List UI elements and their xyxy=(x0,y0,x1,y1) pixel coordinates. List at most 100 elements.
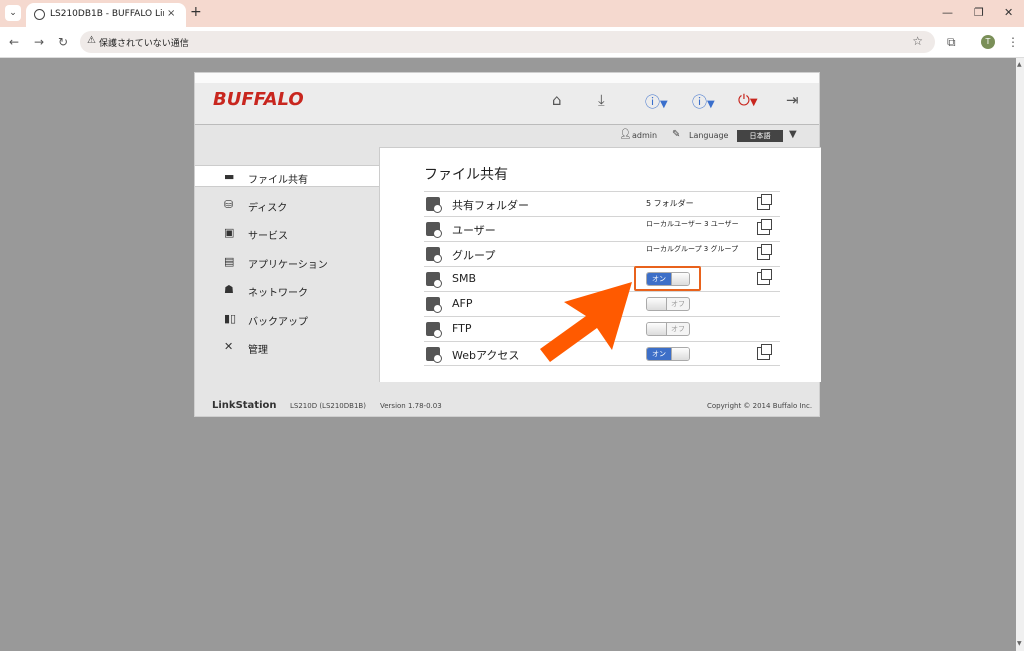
home-icon[interactable]: ⌂ xyxy=(552,91,562,109)
user-bar: 👤︎ admin ✎ Language 日本語 ▼ xyxy=(195,126,819,146)
open-settings-icon[interactable] xyxy=(757,219,772,235)
browser-tab-strip: ⌄ LS210DB1B - BUFFALO LinkStati × + — ❐ … xyxy=(0,0,1024,27)
tab-search-chevron-icon[interactable]: ⌄ xyxy=(5,5,21,21)
forward-icon[interactable]: → xyxy=(34,35,44,49)
row-groups[interactable]: グループ ローカルグループ 3 グループ xyxy=(424,241,780,266)
row-label: グループ xyxy=(452,249,496,262)
nas-settings-panel: BUFFALO ⌂ ⤓ ⓘ▼ ⓘ▼ ⏻▼ ⇥ 👤︎ admin ✎ Langua… xyxy=(194,72,821,418)
open-settings-icon[interactable] xyxy=(757,269,772,285)
user-icon xyxy=(426,222,442,238)
sidebar-item-services[interactable]: ▣ サービス xyxy=(195,222,379,244)
shared-folder-icon xyxy=(426,197,442,213)
group-icon xyxy=(426,247,442,263)
scroll-up-icon[interactable]: ▲ xyxy=(1017,61,1022,68)
row-shared-folders[interactable]: 共有フォルダー 5 フォルダー xyxy=(424,191,780,216)
firmware-version: Version 1.78-0.03 xyxy=(380,402,442,410)
download-icon[interactable]: ⤓ xyxy=(598,91,605,109)
sidebar-item-file-sharing[interactable]: ▬ ファイル共有 xyxy=(195,165,379,187)
row-value: 5 フォルダー xyxy=(646,199,694,208)
copyright: Copyright © 2014 Buffalo Inc. xyxy=(707,402,813,410)
sidebar-item-management[interactable]: ✕ 管理 xyxy=(195,336,379,358)
toggle-label: オフ xyxy=(671,325,685,333)
toggle-label: オン xyxy=(647,348,671,360)
address-bar-row: ← → ↻ ⚠ 保護されていない通信 ☆ ⧉ T ⋮ xyxy=(0,27,1024,58)
username: admin xyxy=(632,131,658,140)
logout-icon[interactable]: ⇥ xyxy=(786,91,799,109)
ftp-folder-icon xyxy=(426,322,442,338)
user-icon: 👤︎ xyxy=(619,129,632,140)
panel-header: BUFFALO ⌂ ⤓ ⓘ▼ ⓘ▼ ⏻▼ ⇥ xyxy=(195,83,819,125)
row-value: ローカルユーザー 3 ユーザー xyxy=(646,220,739,228)
tab-close-icon[interactable]: × xyxy=(167,8,175,19)
row-value: ローカルグループ 3 グループ xyxy=(646,245,739,253)
open-settings-icon[interactable] xyxy=(757,194,772,210)
language-label: Language xyxy=(689,131,729,140)
row-label: SMB xyxy=(452,272,477,285)
sidebar-item-label: ファイル共有 xyxy=(248,175,308,186)
open-settings-icon[interactable] xyxy=(757,244,772,260)
back-icon[interactable]: ← xyxy=(9,35,19,49)
toggle-knob xyxy=(647,323,667,335)
folder-icon: ▬ xyxy=(224,170,235,183)
language-select[interactable]: 日本語 xyxy=(737,130,783,142)
profile-avatar[interactable]: T xyxy=(981,35,995,49)
row-label: Webアクセス xyxy=(452,349,520,362)
minimize-icon[interactable]: — xyxy=(942,6,953,19)
restore-icon[interactable]: ❐ xyxy=(974,6,984,19)
network-icon: ☗ xyxy=(224,283,234,296)
toggle-knob xyxy=(647,298,667,310)
sidebar-item-label: ディスク xyxy=(248,203,288,214)
sidebar-item-applications[interactable]: ▤ アプリケーション xyxy=(195,251,379,273)
new-tab-button[interactable]: + xyxy=(190,5,202,19)
toggle-label: オフ xyxy=(671,300,685,308)
sidebar-item-disk[interactable]: ⛁ ディスク xyxy=(195,194,379,216)
sidebar-item-label: バックアップ xyxy=(248,317,308,328)
window-close-icon[interactable]: ✕ xyxy=(1004,6,1013,19)
browser-menu-icon[interactable]: ⋮ xyxy=(1007,35,1019,49)
help-icon[interactable]: ⓘ▼ xyxy=(645,91,668,112)
info-icon[interactable]: ⓘ▼ xyxy=(692,91,715,112)
sidebar-item-network[interactable]: ☗ ネットワーク xyxy=(195,279,379,301)
warning-icon: ⚠ xyxy=(87,35,96,46)
language-icon: ✎ xyxy=(672,129,681,140)
url-field[interactable]: ⚠ 保護されていない通信 ☆ xyxy=(80,31,935,53)
sidebar-item-backup[interactable]: ▮▯ バックアップ xyxy=(195,308,379,330)
smb-folder-icon xyxy=(426,272,442,288)
disk-icon: ⛁ xyxy=(224,198,234,211)
afp-folder-icon xyxy=(426,297,442,313)
page-title: ファイル共有 xyxy=(424,167,508,183)
sidebar-item-label: ネットワーク xyxy=(248,288,308,299)
service-icon: ▣ xyxy=(224,226,235,239)
extensions-icon[interactable]: ⧉ xyxy=(947,35,956,50)
buffalo-logo: BUFFALO xyxy=(213,89,304,110)
annotation-arrow-icon xyxy=(540,282,632,362)
sidebar-item-label: 管理 xyxy=(248,345,268,356)
ftp-toggle[interactable]: オフ xyxy=(646,322,690,336)
panel-footer: LinkStation LS210D (LS210DB1B) Version 1… xyxy=(195,398,819,418)
sidebar-item-label: アプリケーション xyxy=(248,260,328,271)
chevron-down-icon[interactable]: ▼ xyxy=(789,129,797,140)
bookmark-star-icon[interactable]: ☆ xyxy=(912,34,923,48)
row-label: FTP xyxy=(452,322,472,335)
row-label: ユーザー xyxy=(452,224,496,237)
admin-tools-icon: ✕ xyxy=(224,340,234,353)
reload-icon[interactable]: ↻ xyxy=(58,35,68,49)
tab-title: LS210DB1B - BUFFALO LinkStati xyxy=(50,9,164,19)
row-label: 共有フォルダー xyxy=(452,199,529,212)
linkstation-logo: LinkStation xyxy=(212,400,277,411)
afp-toggle[interactable]: オフ xyxy=(646,297,690,311)
row-users[interactable]: ユーザー ローカルユーザー 3 ユーザー xyxy=(424,216,780,241)
row-label: AFP xyxy=(452,297,473,310)
globe-favicon-icon xyxy=(34,9,45,20)
web-access-icon xyxy=(426,347,442,363)
sidebar-item-label: サービス xyxy=(248,231,288,242)
open-settings-icon[interactable] xyxy=(757,344,772,360)
scroll-down-icon[interactable]: ▼ xyxy=(1017,640,1022,647)
power-icon[interactable]: ⏻▼ xyxy=(738,91,758,109)
smb-toggle-highlight-box xyxy=(634,266,701,291)
browser-tab[interactable]: LS210DB1B - BUFFALO LinkStati × xyxy=(26,3,186,27)
model-name: LS210D (LS210DB1B) xyxy=(290,402,366,410)
web-access-toggle[interactable]: オン xyxy=(646,347,690,361)
application-icon: ▤ xyxy=(224,255,235,268)
page-scrollbar[interactable]: ▲ ▼ xyxy=(1016,58,1024,651)
